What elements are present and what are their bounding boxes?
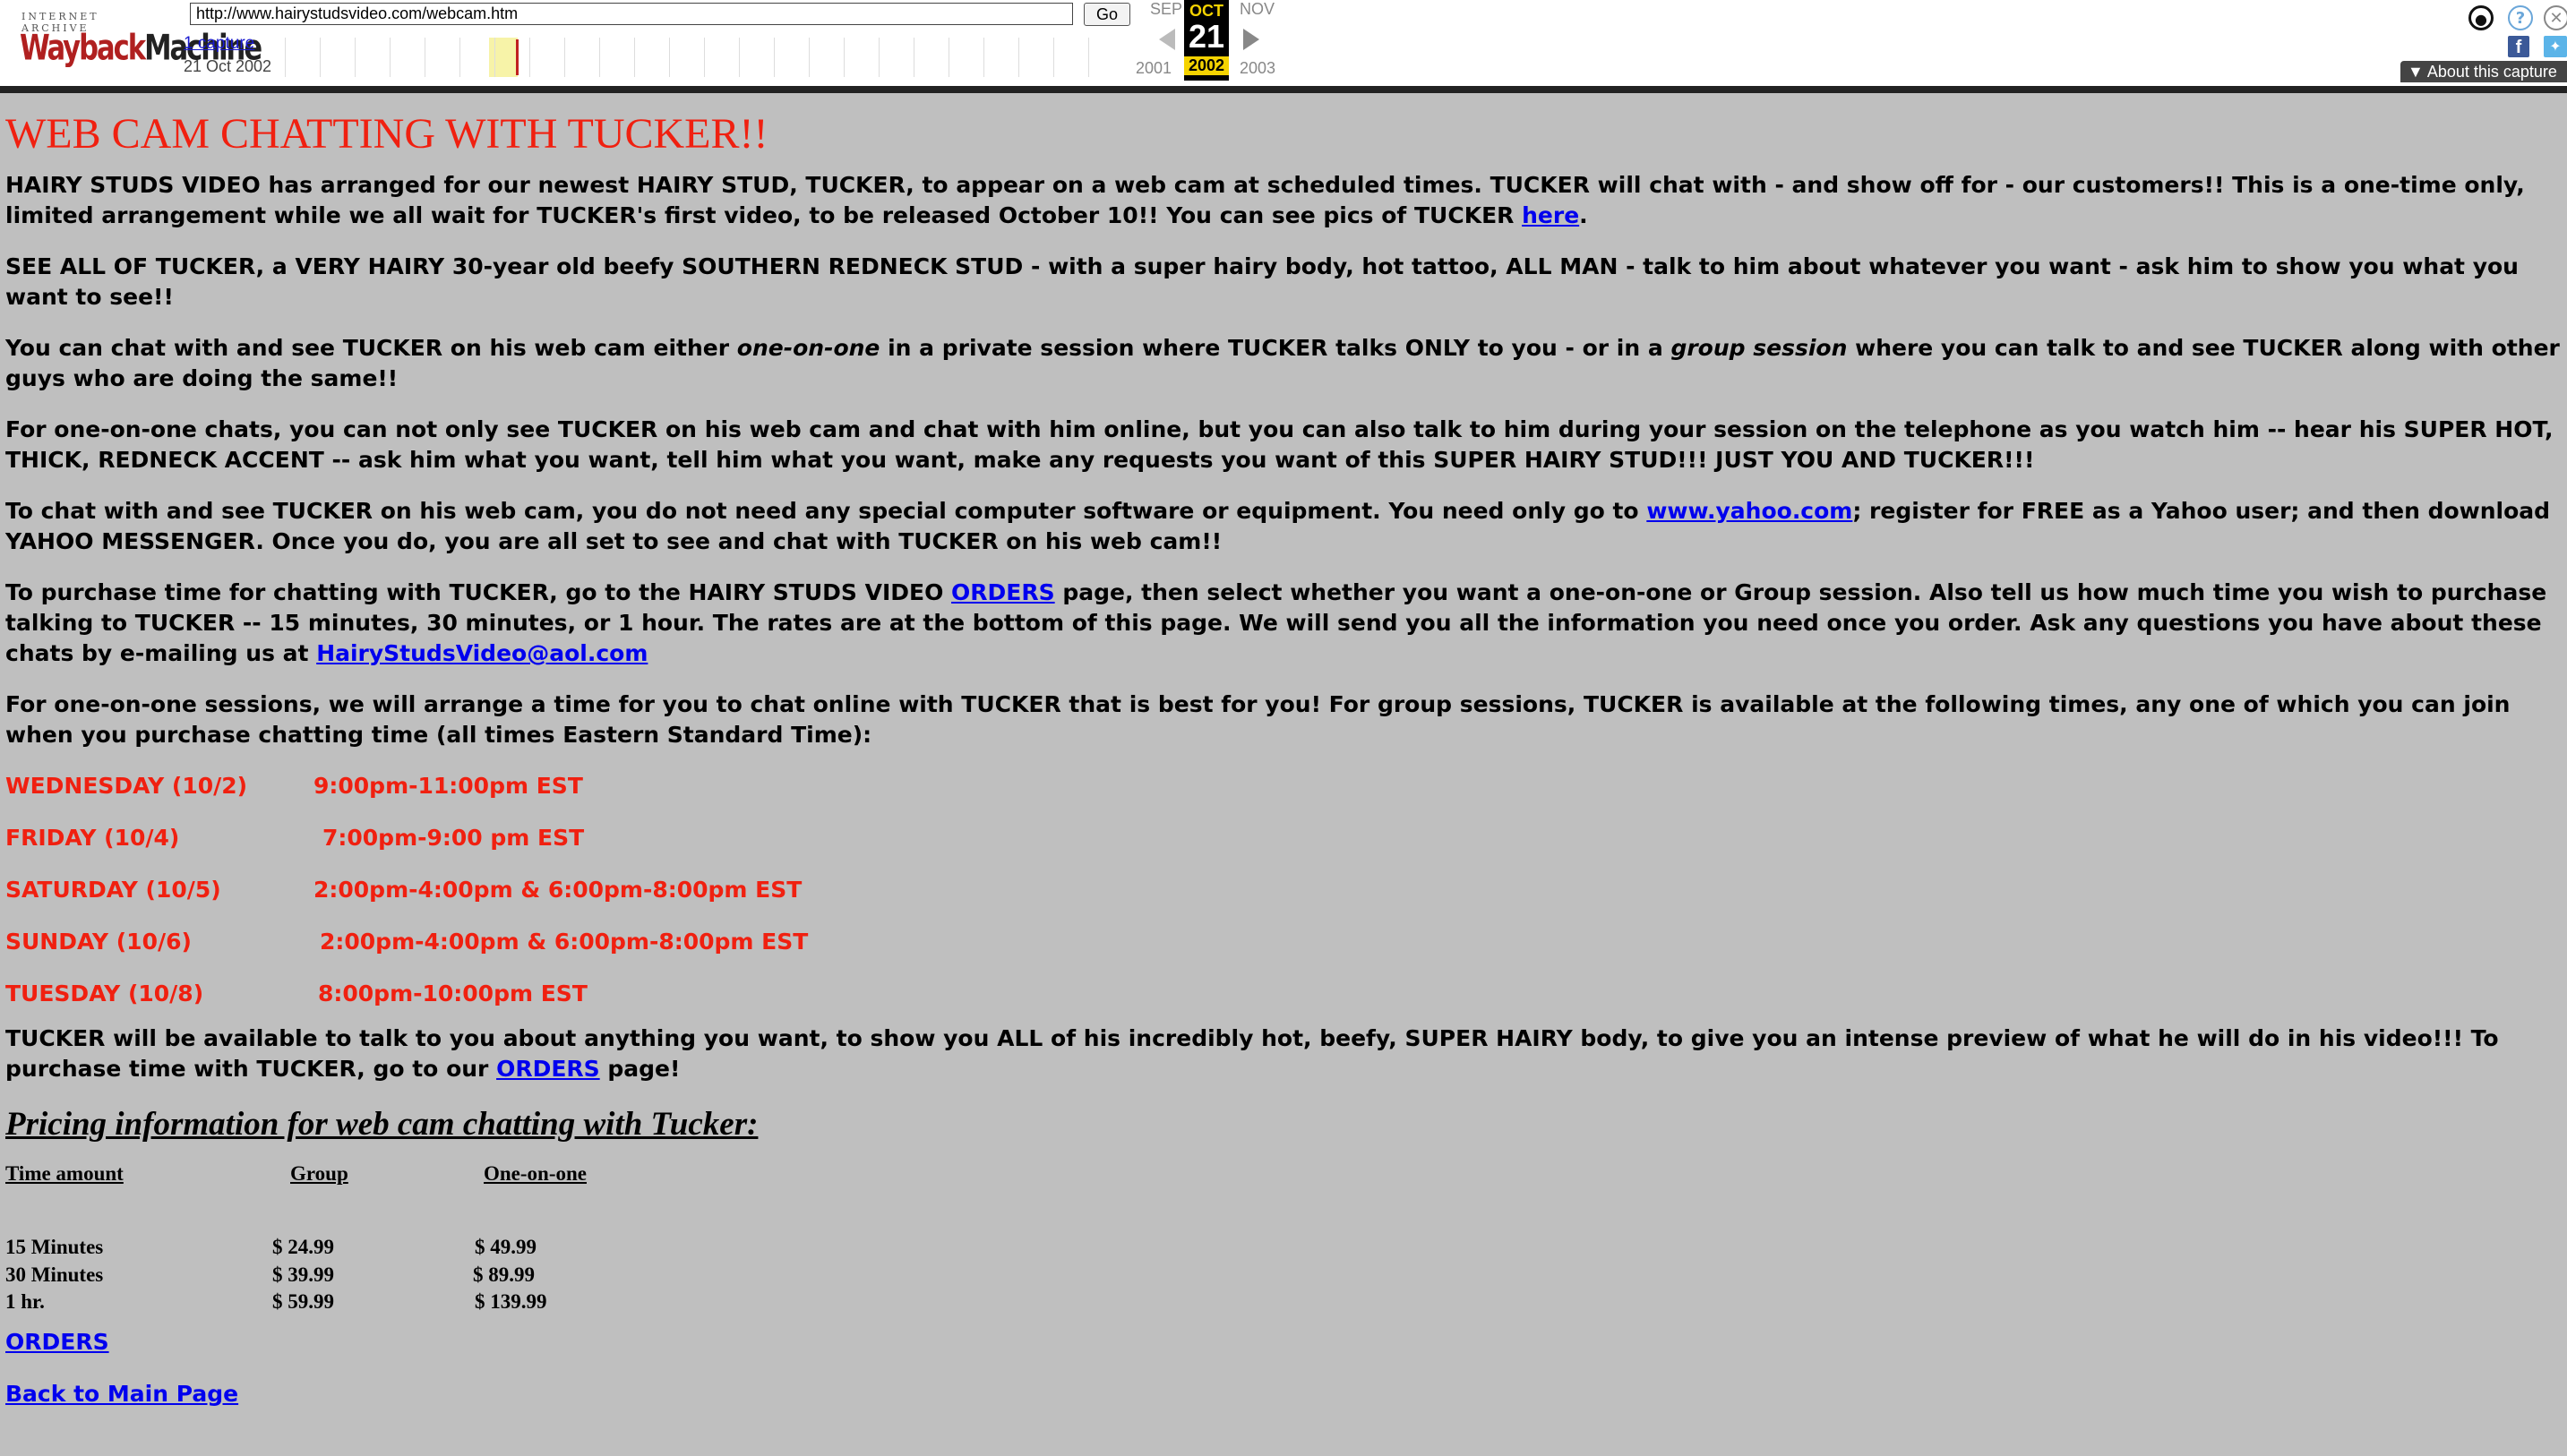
wayback-toolbar: INTERNET ARCHIVE WaybackMachine http://w… — [0, 0, 2567, 93]
capture-date: 21 Oct 2002 — [184, 57, 272, 75]
prev-arrow-icon[interactable] — [1159, 29, 1175, 50]
sparkline-month-tick — [774, 38, 775, 77]
sparkline-current-month-highlight — [489, 38, 518, 77]
close-icon[interactable]: ✕ — [2544, 5, 2567, 30]
schedule-time: 9:00pm-11:00pm EST — [313, 773, 583, 799]
page-title: WEB CAM CHATTING WITH TUCKER!! — [5, 110, 768, 158]
orders-inline-link[interactable]: ORDERS — [951, 579, 1055, 605]
sparkline-month-tick — [669, 38, 670, 77]
pricing-cell: $ 49.99 — [475, 1236, 537, 1258]
captures-link[interactable]: 1 capture — [184, 34, 254, 54]
sparkline-month-tick — [634, 38, 635, 77]
email-link[interactable]: HairyStudsVideo@aol.com — [316, 640, 648, 666]
pricing-cell: $ 89.99 — [473, 1263, 535, 1286]
see-all-paragraph: SEE ALL OF TUCKER, a VERY HAIRY 30-year … — [5, 253, 2519, 310]
software-paragraph: To chat with and see TUCKER on his web c… — [5, 498, 2551, 554]
pricing-cell: $ 24.99 — [272, 1236, 334, 1258]
about-capture-label: About this capture — [2426, 63, 2557, 81]
schedule-day: FRIDAY (10/4) — [5, 825, 180, 851]
pricing-cell: $ 39.99 — [272, 1263, 334, 1286]
go-button[interactable]: Go — [1084, 3, 1130, 26]
sparkline-month-tick — [529, 38, 530, 77]
capture-sparkline[interactable] — [285, 38, 1127, 77]
sparkline-month-tick — [983, 38, 984, 77]
pricing-cell: 30 Minutes — [5, 1263, 104, 1286]
sparkline-month-tick — [704, 38, 705, 77]
schedule-time: 2:00pm-4:00pm & 6:00pm-8:00pm EST — [313, 877, 803, 903]
next-month-label[interactable]: NOV — [1240, 0, 1275, 19]
pricing-header-time: Time amount — [5, 1162, 124, 1185]
help-icon[interactable]: ? — [2508, 5, 2533, 30]
current-day: 21 — [1188, 18, 1225, 55]
orders-footer-link[interactable]: ORDERS — [5, 1329, 109, 1355]
schedule-list: WEDNESDAY (10/2) 9:00pm-11:00pm EST FRID… — [5, 771, 2567, 1023]
orders-link-2[interactable]: ORDERS — [496, 1056, 600, 1082]
sparkline-month-tick — [809, 38, 810, 77]
times-paragraph: For one-on-one sessions, we will arrange… — [5, 691, 2511, 748]
yahoo-link[interactable]: www.yahoo.com — [1646, 498, 1852, 524]
page-content: WEB CAM CHATTING WITH TUCKER!! HAIRY STU… — [5, 93, 2567, 1415]
sparkline-month-tick — [1053, 38, 1054, 77]
sparkline-month-tick — [739, 38, 740, 77]
current-capture-calendar: OCT 21 2002 — [1184, 0, 1229, 81]
schedule-item: TUESDAY (10/8) 8:00pm-10:00pm EST — [5, 979, 2567, 1023]
sparkline-month-tick — [494, 38, 495, 77]
next-arrow-icon[interactable] — [1243, 29, 1259, 50]
schedule-day: WEDNESDAY (10/2) — [5, 773, 248, 799]
schedule-time: 7:00pm-9:00 pm EST — [322, 825, 585, 851]
current-year: 2002 — [1184, 56, 1229, 75]
sparkline-month-tick — [390, 38, 391, 77]
schedule-item: SATURDAY (10/5) 2:00pm-4:00pm & 6:00pm-8… — [5, 875, 2567, 927]
sparkline-month-tick — [599, 38, 600, 77]
prev-month-label[interactable]: SEP — [1150, 0, 1182, 19]
intro-paragraph: HAIRY STUDS VIDEO has arranged for our n… — [5, 172, 2525, 228]
schedule-day: TUESDAY (10/8) — [5, 981, 204, 1006]
schedule-time: 2:00pm-4:00pm & 6:00pm-8:00pm EST — [320, 929, 809, 955]
purchase-paragraph: To purchase time for chatting with TUCKE… — [5, 579, 2547, 666]
sparkline-month-tick — [459, 38, 460, 77]
sparkline-month-tick — [844, 38, 845, 77]
sparkline-month-tick — [355, 38, 356, 77]
pricing-header-one-on-one: One-on-one — [484, 1162, 587, 1185]
footer-links: ORDERS Back to Main Page — [5, 1307, 2567, 1415]
sparkline-capture-mark[interactable] — [516, 39, 519, 75]
schedule-time: 8:00pm-10:00pm EST — [318, 981, 588, 1006]
facebook-icon[interactable]: f — [2508, 36, 2529, 57]
user-icon[interactable]: ● — [2468, 5, 2494, 30]
pricing-cell: 15 Minutes — [5, 1236, 104, 1258]
schedule-item: SUNDAY (10/6) 2:00pm-4:00pm & 6:00pm-8:0… — [5, 927, 2567, 979]
schedule-item: FRIDAY (10/4) 7:00pm-9:00 pm EST — [5, 823, 2567, 875]
pricing-table: Time amount Group One-on-one 15 Minutes … — [5, 1162, 2567, 1313]
wayback-logo[interactable]: INTERNET ARCHIVE WaybackMachine — [14, 7, 262, 75]
available-paragraph: TUCKER will be available to talk to you … — [5, 1025, 2499, 1082]
sparkline-month-tick — [879, 38, 880, 77]
sparkline-month-tick — [564, 38, 565, 77]
pics-here-link[interactable]: here — [1522, 202, 1579, 228]
prev-year-label[interactable]: 2001 — [1136, 59, 1172, 78]
schedule-day: SATURDAY (10/5) — [5, 877, 221, 903]
url-input[interactable]: http://www.hairystudsvideo.com/webcam.ht… — [190, 3, 1073, 25]
sparkline-month-tick — [1088, 38, 1089, 77]
back-to-main-link[interactable]: Back to Main Page — [5, 1381, 238, 1407]
pricing-header-group: Group — [290, 1162, 348, 1185]
schedule-item: WEDNESDAY (10/2) 9:00pm-11:00pm EST — [5, 771, 2567, 823]
pricing-title: Pricing information for web cam chatting… — [5, 1106, 759, 1143]
next-year-label[interactable]: 2003 — [1240, 59, 1275, 78]
schedule-day: SUNDAY (10/6) — [5, 929, 192, 955]
sparkline-month-tick — [285, 38, 286, 77]
sparkline-month-tick — [320, 38, 321, 77]
one-on-one-paragraph: For one-on-one chats, you can not only s… — [5, 416, 2554, 473]
session-types-paragraph: You can chat with and see TUCKER on his … — [5, 335, 2560, 391]
about-capture-toggle[interactable]: ▼ About this capture — [2400, 61, 2567, 82]
twitter-icon[interactable]: ✦ — [2544, 36, 2567, 57]
sparkline-month-tick — [1018, 38, 1019, 77]
